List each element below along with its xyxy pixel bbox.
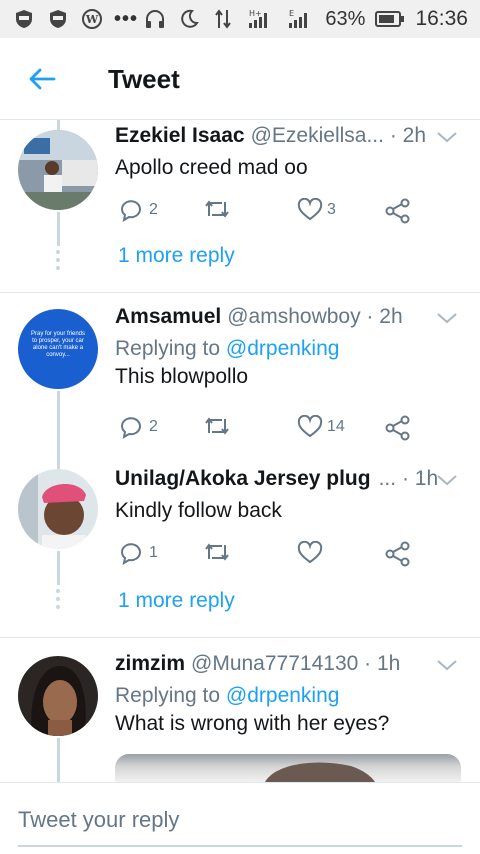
tweet-text: What is wrong with her eyes? <box>115 712 390 735</box>
like-button[interactable]: 14 <box>297 415 345 439</box>
retweet-button[interactable] <box>203 415 231 437</box>
share-button[interactable] <box>385 541 411 567</box>
reply-count: 2 <box>149 201 158 218</box>
thread-dots <box>56 250 61 274</box>
reply-button[interactable]: 2 <box>119 198 158 222</box>
thread-line <box>57 738 60 782</box>
tweet-time: 2h <box>402 124 427 147</box>
battery-icon <box>375 7 405 31</box>
heart-icon <box>297 541 323 564</box>
clock: 16:36 <box>415 7 468 30</box>
more-replies-link[interactable]: 1 more reply <box>118 244 235 268</box>
thread-line <box>57 551 60 585</box>
share-icon <box>385 415 410 441</box>
more-notifications-icon: ••• <box>114 7 139 30</box>
retweet-button[interactable] <box>203 198 231 220</box>
tweet-image[interactable] <box>115 754 461 782</box>
reply-button[interactable]: 2 <box>119 415 158 439</box>
signal-icon: H+ <box>245 7 275 31</box>
retweet-icon <box>205 200 229 218</box>
svg-text:W: W <box>85 13 99 26</box>
tweet-time: 1h <box>376 652 401 675</box>
avatar-caption: Pray for your friends to prosper, your c… <box>30 331 86 358</box>
tweet-text: Kindly follow back <box>115 499 282 522</box>
status-bar: W ••• H+ E 63% 16:36 <box>0 0 480 38</box>
reply-feed[interactable]: Ezekiel Isaac @Ezekiellsa... · 2h Apollo… <box>0 120 480 782</box>
user-handle[interactable]: @Ezekiellsa... <box>251 124 384 148</box>
thread-line <box>57 212 60 246</box>
thread-dots <box>56 589 61 613</box>
tweet-time: 2h <box>379 305 403 328</box>
chevron-down-icon[interactable] <box>434 128 460 146</box>
user-handle[interactable]: @amshowboy <box>227 305 360 329</box>
tweet[interactable]: zimzim @Muna77714130 · 1h Replying to @d… <box>0 638 480 782</box>
svg-text:E: E <box>289 9 294 18</box>
avatar[interactable] <box>18 469 98 549</box>
like-count: 14 <box>327 418 345 435</box>
reply-count: 1 <box>149 544 158 561</box>
tweet[interactable]: Unilag/Akoka Jersey plug ... · 1h Kindly… <box>0 453 480 637</box>
share-button[interactable] <box>385 198 411 224</box>
mention-link[interactable]: @drpenking <box>226 337 340 360</box>
shield-icon <box>12 7 36 31</box>
reply-icon <box>120 417 141 439</box>
chevron-down-icon[interactable] <box>434 471 460 489</box>
heart-icon <box>297 415 323 438</box>
share-icon <box>385 541 410 567</box>
thread-line <box>57 391 60 453</box>
avatar[interactable] <box>18 130 98 210</box>
headphones-icon <box>143 7 167 31</box>
share-icon <box>385 198 410 224</box>
retweet-icon <box>205 543 229 561</box>
like-count: 3 <box>327 201 336 218</box>
display-name[interactable]: zimzim <box>115 652 185 676</box>
reply-button[interactable]: 1 <box>119 541 158 565</box>
svg-text:H+: H+ <box>249 9 262 18</box>
chevron-down-icon[interactable] <box>434 656 460 674</box>
back-button[interactable] <box>12 49 72 109</box>
reply-input[interactable]: Tweet your reply <box>18 807 179 833</box>
input-underline <box>18 845 462 847</box>
top-app-bar: Tweet <box>0 38 480 120</box>
display-name[interactable]: Ezekiel Isaac <box>115 124 245 148</box>
more-replies-link[interactable]: 1 more reply <box>118 589 235 613</box>
reply-composer[interactable]: Tweet your reply <box>0 782 480 854</box>
user-handle[interactable]: @Muna77714130 <box>191 652 358 676</box>
heart-icon <box>297 198 323 221</box>
arrow-left-icon <box>29 68 56 90</box>
data-transfer-icon <box>211 7 235 31</box>
tweet-text: Apollo creed mad oo <box>115 156 308 179</box>
replying-to: Replying to @drpenking <box>115 337 340 360</box>
avatar[interactable]: Pray for your friends to prosper, your c… <box>18 309 98 389</box>
avatar[interactable] <box>18 656 98 736</box>
retweet-button[interactable] <box>203 541 231 563</box>
thread-line <box>57 120 60 130</box>
retweet-icon <box>205 417 229 435</box>
wordpress-icon: W <box>80 7 104 31</box>
user-handle[interactable]: ... <box>379 467 397 491</box>
chevron-down-icon[interactable] <box>434 309 460 327</box>
shield-icon <box>46 7 70 31</box>
tweet[interactable]: Pray for your friends to prosper, your c… <box>0 293 480 453</box>
share-button[interactable] <box>385 415 411 441</box>
like-button[interactable] <box>297 541 323 565</box>
page-title: Tweet <box>108 63 180 94</box>
tweet[interactable]: Ezekiel Isaac @Ezekiellsa... · 2h Apollo… <box>0 120 480 292</box>
replying-to: Replying to @drpenking <box>115 684 340 707</box>
like-button[interactable]: 3 <box>297 198 336 222</box>
reply-icon <box>120 200 141 222</box>
battery-percent: 63% <box>325 7 366 30</box>
moon-icon <box>177 7 201 31</box>
reply-count: 2 <box>149 418 158 435</box>
reply-icon <box>120 543 141 565</box>
thread-line <box>57 453 60 469</box>
signal-icon: E <box>285 7 315 31</box>
mention-link[interactable]: @drpenking <box>226 684 340 707</box>
display-name[interactable]: Amsamuel <box>115 305 221 329</box>
tweet-text: This blowpollo <box>115 365 249 388</box>
display-name[interactable]: Unilag/Akoka Jersey plug <box>115 467 371 491</box>
